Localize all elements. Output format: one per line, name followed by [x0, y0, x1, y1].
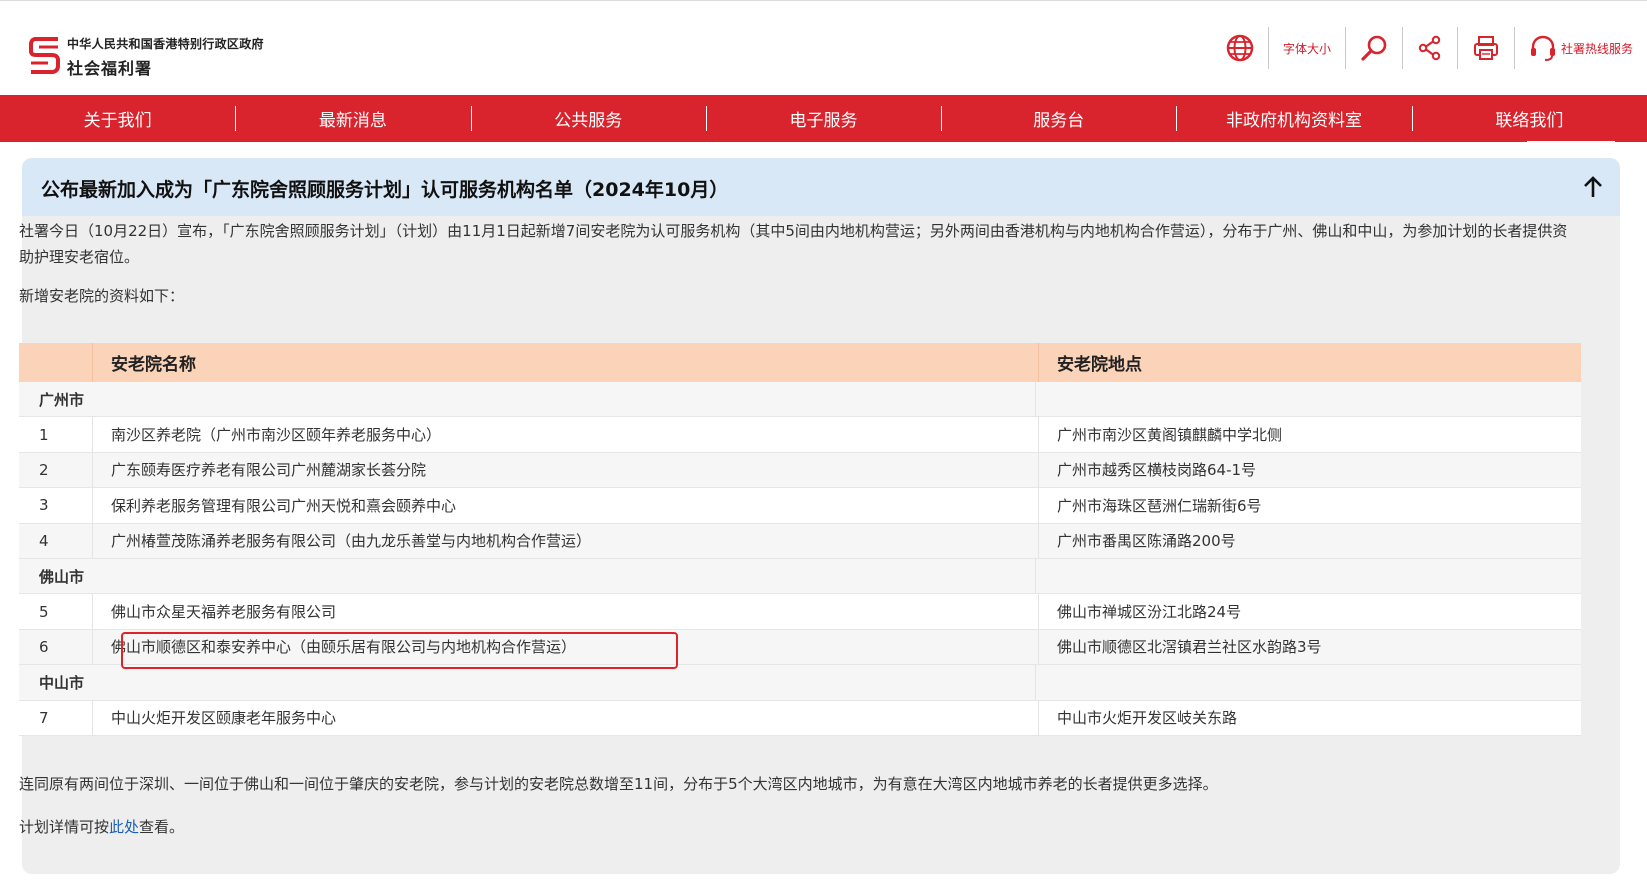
print-icon: [1473, 36, 1498, 60]
font-size-button[interactable]: 字体大小: [1267, 27, 1345, 69]
article-title: 公布最新加入成为「广东院舍照顾服务计划」认可服务机构名单（2024年10月）: [41, 179, 729, 201]
row-home-address: 广州市番禺区陈涌路200号: [1038, 523, 1581, 558]
row-home-name: 保利养老服务管理有限公司广州天悦和熹会颐养中心: [92, 488, 1038, 523]
row-home-name: 佛山市众星天福养老服务有限公司: [92, 594, 1038, 629]
logo-text[interactable]: 中华人民共和国香港特别行政区政府 社会福利署: [67, 35, 264, 79]
row-number: 5: [39, 602, 49, 621]
row-home-address: 广州市南沙区黄阁镇麒麟中学北侧: [1038, 417, 1581, 452]
table-header-row: 安老院名称 安老院地点: [19, 343, 1581, 382]
table-header-name: 安老院名称: [92, 343, 1038, 382]
row-home-address: 佛山市禅城区汾江北路24号: [1038, 594, 1581, 629]
nav-item-service-desk[interactable]: 服务台: [941, 95, 1176, 142]
table-header-address: 安老院地点: [1038, 343, 1581, 382]
table-row: 6 佛山市顺德区和泰安养中心（由颐乐居有限公司与内地机构合作营运） 佛山市顺德区…: [19, 629, 1581, 666]
row-home-name: 南沙区养老院（广州市南沙区颐年养老服务中心）: [92, 417, 1038, 452]
row-home-address: 广州市海珠区琶洲仁瑞新街6号: [1038, 488, 1581, 523]
row-home-address: 中山市火炬开发区岐关东路: [1038, 700, 1581, 735]
nav-item-news[interactable]: 最新消息: [235, 95, 470, 142]
group-city: 中山市: [39, 673, 85, 692]
detail-link[interactable]: 此处: [109, 818, 139, 836]
detail-prefix: 计划详情可按: [19, 818, 110, 836]
swd-logo[interactable]: [28, 35, 62, 75]
panel-header[interactable]: 公布最新加入成为「广东院舍照顾服务计划」认可服务机构名单（2024年10月）: [22, 158, 1620, 216]
nav-item-public-services[interactable]: 公共服务: [470, 95, 706, 142]
row-number: 3: [39, 496, 49, 515]
nav-item-ngo-corner[interactable]: 非政府机构资料室: [1176, 95, 1411, 142]
nav-item-about[interactable]: 关于我们: [0, 95, 235, 142]
detail-suffix: 查看。: [139, 818, 185, 836]
table-group-row: 佛山市: [19, 558, 1581, 595]
arrow-up-icon[interactable]: [1582, 175, 1604, 199]
group-city: 广州市: [39, 390, 85, 409]
row-number: 1: [39, 425, 49, 444]
list-intro: 新增安老院的资料如下：: [19, 287, 185, 305]
row-home-name: 佛山市顺德区和泰安养中心（由颐乐居有限公司与内地机构合作营运）: [92, 629, 1038, 665]
detail-line: 计划详情可按此处查看。: [19, 814, 1579, 840]
table-header-no: [19, 343, 92, 382]
nav-item-contact[interactable]: 联络我们: [1411, 95, 1647, 142]
hotline-label: 社署热线服务: [1560, 41, 1633, 56]
site-header: 中华人民共和国香港特别行政区政府 社会福利署 字体大小 社署热线服务: [0, 0, 1647, 95]
table-row: 3 保利养老服务管理有限公司广州天悦和熹会颐养中心 广州市海珠区琶洲仁瑞新街6号: [19, 488, 1581, 524]
print-button[interactable]: [1456, 27, 1514, 69]
main-nav: 关于我们 最新消息 公共服务 电子服务 服务台 非政府机构资料室 联络我们: [0, 95, 1647, 142]
hotline-button[interactable]: 社署热线服务: [1513, 27, 1647, 69]
table-group-row: 广州市: [19, 382, 1581, 418]
row-number: 4: [39, 531, 49, 550]
nav-item-e-services[interactable]: 电子服务: [705, 95, 941, 142]
font-size-label: 字体大小: [1282, 41, 1331, 56]
row-home-address: 广州市越秀区横枝岗路64-1号: [1038, 452, 1581, 488]
nav-active-indicator: [1527, 141, 1615, 143]
logo-department-name: 社会福利署: [67, 59, 153, 78]
language-button[interactable]: [1212, 27, 1268, 69]
table-row: 4 广州椿萱茂陈涌养老服务有限公司（由九龙乐善堂与内地机构合作营运） 广州市番禺…: [19, 523, 1581, 559]
article-outro: 连同原有两间位于深圳、一间位于佛山和一间位于肇庆的安老院，参与计划的安老院总数增…: [19, 775, 1218, 793]
headset-icon: [1530, 35, 1555, 61]
header-tools: 字体大小 社署热线服务: [1212, 27, 1647, 69]
row-number: 2: [39, 460, 49, 479]
search-button[interactable]: [1344, 27, 1402, 69]
row-number: 6: [39, 637, 49, 656]
article-intro: 社署今日（10月22日）宣布，「广东院舍照顾服务计划」（计划）由11月1日起新增…: [19, 222, 1568, 266]
search-icon: [1361, 35, 1387, 61]
care-homes-table: 安老院名称 安老院地点 广州市 1 南沙区养老院（广州市南沙区颐年养老服务中心）…: [19, 343, 1581, 736]
globe-icon: [1226, 34, 1254, 62]
share-button[interactable]: [1401, 27, 1457, 69]
group-city: 佛山市: [39, 567, 85, 586]
table-row: 7 中山火炬开发区颐康老年服务中心 中山市火炬开发区岐关东路: [19, 700, 1581, 736]
table-group-row: 中山市: [19, 665, 1581, 701]
row-number: 7: [39, 708, 49, 727]
table-row: 1 南沙区养老院（广州市南沙区颐年养老服务中心） 广州市南沙区黄阁镇麒麟中学北侧: [19, 417, 1581, 453]
row-home-address: 佛山市顺德区北滘镇君兰社区水韵路3号: [1038, 629, 1581, 665]
logo-government-name: 中华人民共和国香港特别行政区政府: [67, 37, 264, 51]
share-icon: [1418, 35, 1441, 61]
row-home-name: 广东颐寿医疗养老有限公司广州麓湖家长荟分院: [92, 452, 1038, 488]
table-row: 5 佛山市众星天福养老服务有限公司 佛山市禅城区汾江北路24号: [19, 594, 1581, 630]
row-home-name: 广州椿萱茂陈涌养老服务有限公司（由九龙乐善堂与内地机构合作营运）: [92, 523, 1038, 558]
table-row: 2 广东颐寿医疗养老有限公司广州麓湖家长荟分院 广州市越秀区横枝岗路64-1号: [19, 452, 1581, 489]
row-home-name: 中山火炬开发区颐康老年服务中心: [92, 700, 1038, 735]
